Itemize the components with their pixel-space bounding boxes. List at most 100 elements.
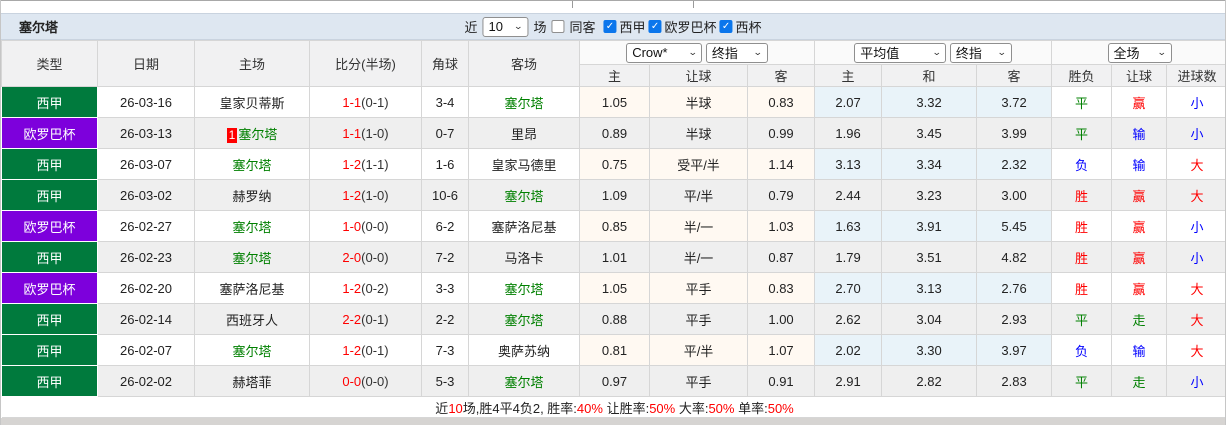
league-filter-checkbox[interactable]: ✓: [649, 20, 662, 33]
avg-home-cell: 2.07: [815, 87, 882, 118]
odds-home-cell: 1.05: [580, 273, 650, 304]
avg-draw-cell: 3.32: [882, 87, 977, 118]
result-handicap-cell: 赢: [1112, 211, 1167, 242]
away-team-cell[interactable]: 塞尔塔: [469, 273, 580, 304]
away-team-name: 塞萨洛尼基: [491, 220, 556, 235]
avg-mode-select[interactable]: 平均值 ⌄: [854, 43, 946, 63]
home-team-name: 皇家贝蒂斯: [219, 96, 284, 111]
same-away-checkbox[interactable]: [551, 20, 564, 33]
col-header-odds-home: 主: [580, 65, 650, 87]
home-team-cell[interactable]: 塞尔塔: [195, 149, 310, 180]
fulltime-score: 1-1: [342, 95, 361, 110]
avg-home-cell: 1.79: [815, 242, 882, 273]
league-cell: 西甲: [2, 180, 98, 211]
col-header-handicap-result: 让球: [1112, 65, 1167, 87]
odds-handicap-cell: 平手: [650, 304, 748, 335]
avg-home-cell: 1.63: [815, 211, 882, 242]
home-team-cell[interactable]: 赫塔菲: [195, 366, 310, 397]
result-handicap-cell: 赢: [1112, 87, 1167, 118]
away-team-cell[interactable]: 塞尔塔: [469, 180, 580, 211]
date-cell: 26-02-07: [98, 335, 195, 366]
result-handicap-cell: 赢: [1112, 180, 1167, 211]
score-cell: 1-2(0-2): [310, 273, 422, 304]
result-outcome-cell: 胜: [1052, 242, 1112, 273]
fulltime-score: 1-2: [342, 343, 361, 358]
result-outcome-cell: 胜: [1052, 211, 1112, 242]
home-team-cell[interactable]: 西班牙人: [195, 304, 310, 335]
odds-home-cell: 0.75: [580, 149, 650, 180]
home-team-cell[interactable]: 赫罗纳: [195, 180, 310, 211]
filter-controls: 近 10 ⌄ 场 同客 ✓西甲✓欧罗巴杯✓西杯: [464, 17, 761, 37]
avg-away-cell: 2.76: [977, 273, 1052, 304]
stats-segment: 让胜率:: [603, 401, 649, 416]
result-outcome-cell: 平: [1052, 118, 1112, 149]
avg-stage-select[interactable]: 终指 ⌄: [950, 43, 1012, 63]
odds-away-cell: 1.03: [748, 211, 815, 242]
odds-company-select[interactable]: Crow* ⌄: [626, 43, 702, 63]
odds-away-cell: 0.91: [748, 366, 815, 397]
stats-segment: 40%: [577, 401, 603, 416]
league-filter-label: 西甲: [620, 17, 646, 36]
away-team-cell[interactable]: 奥萨苏纳: [469, 335, 580, 366]
away-team-name: 塞尔塔: [504, 189, 543, 204]
table-row: 欧罗巴杯26-03-131塞尔塔1-1(1-0)0-7里昂0.89半球0.991…: [2, 118, 1226, 149]
date-cell: 26-03-07: [98, 149, 195, 180]
odds-away-cell: 1.00: [748, 304, 815, 335]
away-team-name: 塞尔塔: [504, 282, 543, 297]
result-handicap-cell: 输: [1112, 118, 1167, 149]
away-team-name: 塞尔塔: [504, 313, 543, 328]
away-team-cell[interactable]: 塞尔塔: [469, 304, 580, 335]
odds-handicap-cell: 平手: [650, 366, 748, 397]
odds-stage-select[interactable]: 终指 ⌄: [706, 43, 768, 63]
avg-home-cell: 3.13: [815, 149, 882, 180]
away-team-cell[interactable]: 里昂: [469, 118, 580, 149]
home-team-name: 赫罗纳: [232, 189, 271, 204]
stats-segment: 近: [435, 401, 448, 416]
scope-select[interactable]: 全场 ⌄: [1108, 43, 1172, 63]
score-cell: 1-1(1-0): [310, 118, 422, 149]
match-table-body: 西甲26-03-16皇家贝蒂斯1-1(0-1)3-4塞尔塔1.05半球0.832…: [2, 87, 1226, 397]
odds-away-cell: 1.07: [748, 335, 815, 366]
odds-away-cell: 0.99: [748, 118, 815, 149]
home-team-cell[interactable]: 塞尔塔: [195, 211, 310, 242]
date-cell: 26-03-02: [98, 180, 195, 211]
home-team-cell[interactable]: 塞尔塔: [195, 242, 310, 273]
league-filter-checkbox[interactable]: ✓: [720, 20, 733, 33]
avg-away-cell: 2.93: [977, 304, 1052, 335]
result-outcome-cell: 胜: [1052, 273, 1112, 304]
home-team-cell[interactable]: 皇家贝蒂斯: [195, 87, 310, 118]
avg-odds-group: 平均值 ⌄ 终指 ⌄: [815, 41, 1052, 65]
home-team-cell[interactable]: 塞尔塔: [195, 335, 310, 366]
fulltime-score: 1-2: [342, 281, 361, 296]
halftime-score: (1-1): [361, 157, 388, 172]
near-count-select[interactable]: 10 ⌄: [482, 17, 528, 37]
stats-segment: 场,胜4平4负2, 胜率:: [463, 401, 577, 416]
away-team-name: 奥萨苏纳: [498, 344, 550, 359]
away-team-cell[interactable]: 塞尔塔: [469, 366, 580, 397]
col-header-type: 类型: [2, 41, 98, 87]
result-goals-cell: 小: [1167, 87, 1226, 118]
away-team-cell[interactable]: 马洛卡: [469, 242, 580, 273]
away-team-cell[interactable]: 塞萨洛尼基: [469, 211, 580, 242]
score-cell: 1-0(0-0): [310, 211, 422, 242]
home-team-name: 塞萨洛尼基: [219, 282, 284, 297]
halftime-score: (0-0): [361, 219, 388, 234]
halftime-score: (0-1): [361, 95, 388, 110]
fulltime-score: 0-0: [342, 374, 361, 389]
league-filter-checkbox[interactable]: ✓: [604, 20, 617, 33]
odds-home-cell: 0.88: [580, 304, 650, 335]
avg-away-cell: 2.32: [977, 149, 1052, 180]
odds-away-cell: 0.83: [748, 87, 815, 118]
halftime-score: (0-1): [361, 343, 388, 358]
avg-away-cell: 2.83: [977, 366, 1052, 397]
score-cell: 1-2(0-1): [310, 335, 422, 366]
avg-draw-cell: 3.13: [882, 273, 977, 304]
col-header-corner: 角球: [422, 41, 469, 87]
home-team-cell[interactable]: 塞萨洛尼基: [195, 273, 310, 304]
home-team-cell[interactable]: 1塞尔塔: [195, 118, 310, 149]
away-team-cell[interactable]: 塞尔塔: [469, 87, 580, 118]
away-team-cell[interactable]: 皇家马德里: [469, 149, 580, 180]
result-outcome-cell: 负: [1052, 335, 1112, 366]
avg-home-cell: 2.44: [815, 180, 882, 211]
odds-home-cell: 0.85: [580, 211, 650, 242]
